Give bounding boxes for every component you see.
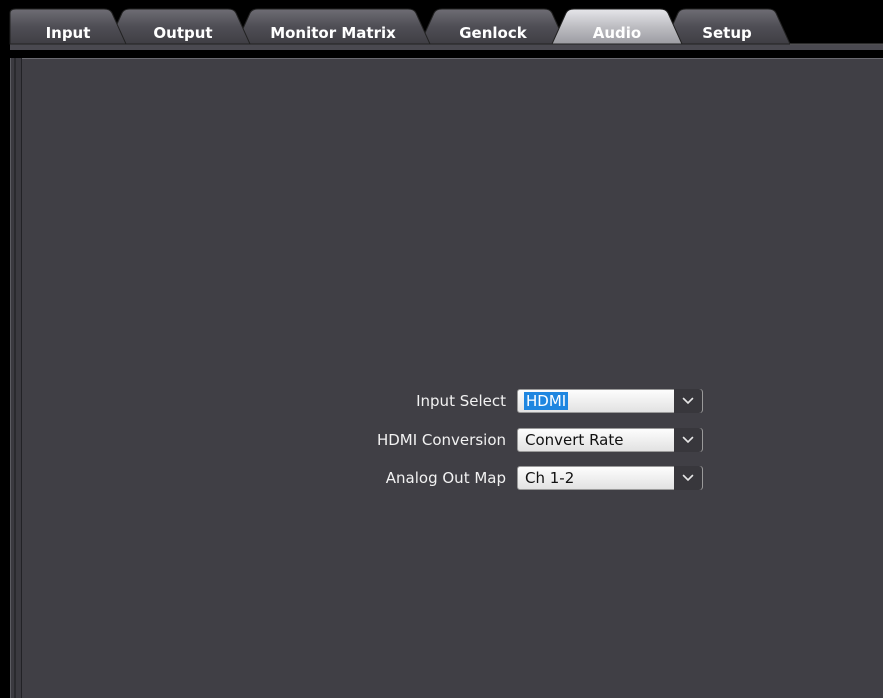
hdmi-conversion-value: Convert Rate xyxy=(525,431,624,449)
input-select-arrow[interactable] xyxy=(674,389,702,413)
hdmi-conversion-row: HDMI Conversion Convert Rate xyxy=(0,428,883,452)
tab-bar: Input Output Monitor Matrix Genlock Audi… xyxy=(0,0,883,52)
tab-genlock[interactable]: Genlock xyxy=(434,22,552,44)
audio-panel xyxy=(10,58,883,698)
chevron-down-icon xyxy=(682,436,694,444)
tab-setup[interactable]: Setup xyxy=(678,22,776,44)
tab-strip-base xyxy=(10,44,883,50)
analog-out-map-value: Ch 1-2 xyxy=(525,469,575,487)
analog-out-map-arrow[interactable] xyxy=(674,466,702,490)
input-select-row: Input Select HDMI xyxy=(0,389,883,413)
chevron-down-icon xyxy=(682,397,694,405)
tab-audio[interactable]: Audio xyxy=(566,22,668,44)
input-select-label: Input Select xyxy=(416,392,506,410)
hdmi-conversion-label: HDMI Conversion xyxy=(376,431,506,449)
audio-settings-window: Input Output Monitor Matrix Genlock Audi… xyxy=(0,0,883,698)
analog-out-map-row: Analog Out Map Ch 1-2 xyxy=(0,466,883,490)
panel-left-border xyxy=(10,58,22,698)
analog-out-map-dropdown[interactable]: Ch 1-2 xyxy=(517,466,703,490)
input-select-value: HDMI xyxy=(524,392,569,410)
hdmi-conversion-dropdown[interactable]: Convert Rate xyxy=(517,428,703,452)
analog-out-map-label: Analog Out Map xyxy=(385,469,506,487)
tab-input[interactable]: Input xyxy=(18,22,118,44)
chevron-down-icon xyxy=(682,474,694,482)
hdmi-conversion-arrow[interactable] xyxy=(674,428,702,452)
input-select-dropdown[interactable]: HDMI xyxy=(517,389,703,413)
tab-monitor-matrix[interactable]: Monitor Matrix xyxy=(250,22,416,44)
tab-output[interactable]: Output xyxy=(124,22,242,44)
